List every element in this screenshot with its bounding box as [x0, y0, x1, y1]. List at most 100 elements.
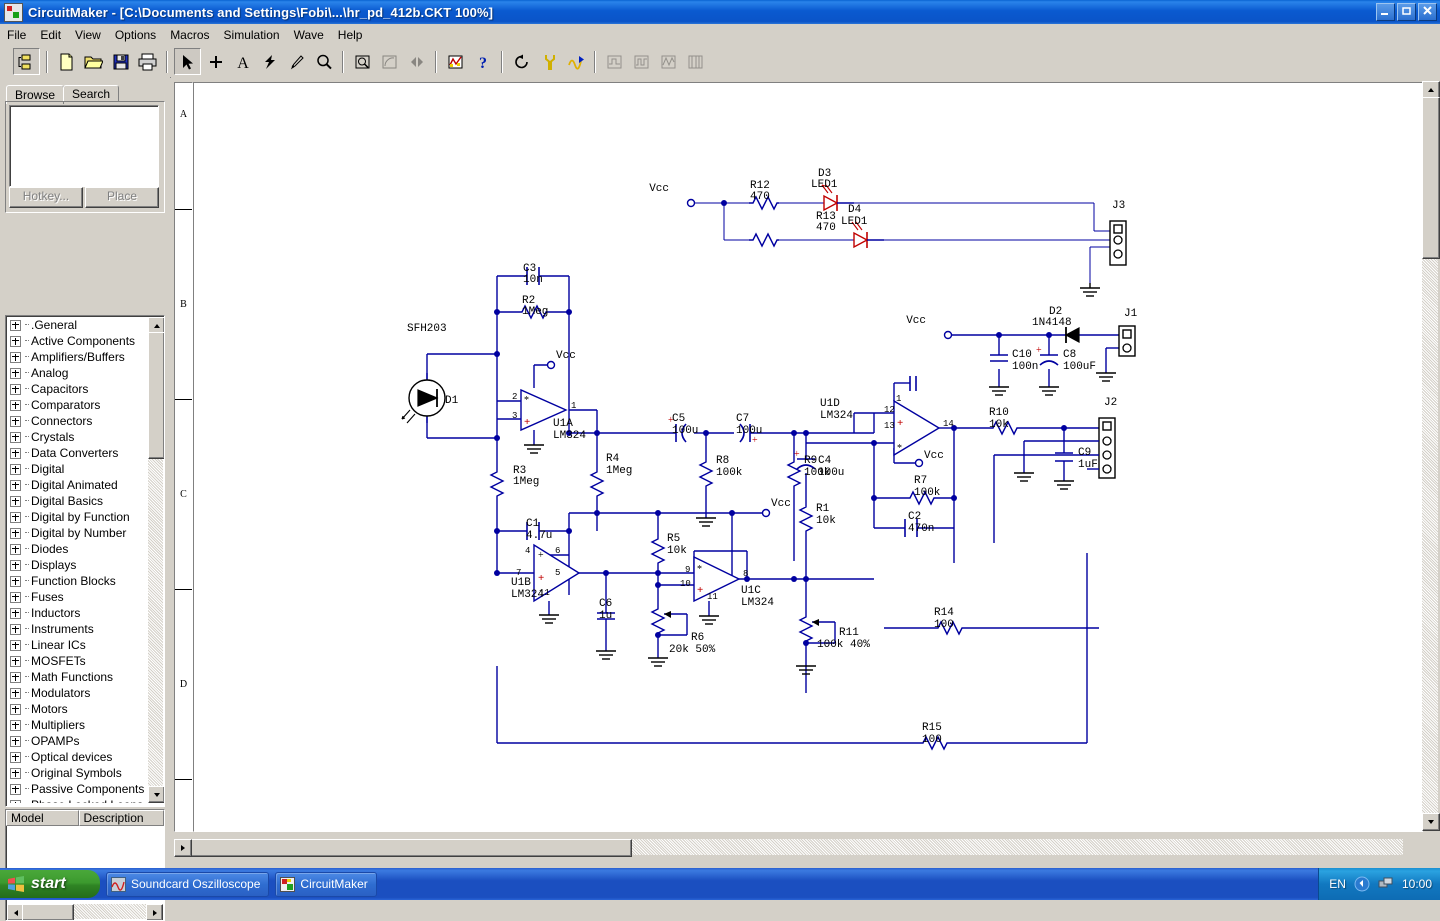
component-preview-list[interactable]	[9, 105, 159, 187]
tree-item-motors[interactable]: Motors	[7, 701, 147, 717]
expand-plus-icon[interactable]	[10, 543, 21, 555]
menu-options[interactable]: Options	[108, 26, 163, 44]
expand-plus-icon[interactable]	[10, 767, 21, 779]
canvas-scroll-down-button[interactable]	[1422, 813, 1440, 831]
category-tree-scrollbar[interactable]	[148, 317, 164, 803]
wire-cross-icon[interactable]	[203, 49, 228, 74]
taskbar-item-soundcard-oszilloscope[interactable]: Soundcard Oszilloscope	[106, 871, 270, 897]
tree-item-capacitors[interactable]: Capacitors	[7, 381, 147, 397]
tree-item-connectors[interactable]: Connectors	[7, 413, 147, 429]
tree-item-opamps[interactable]: OPAMPs	[7, 733, 147, 749]
model-scroll-thumb[interactable]	[22, 904, 74, 920]
expand-plus-icon[interactable]	[10, 591, 21, 603]
canvas-horizontal-scrollbar[interactable]	[174, 839, 1419, 857]
expand-plus-icon[interactable]	[10, 655, 21, 667]
expand-plus-icon[interactable]	[10, 447, 21, 459]
schematic-drawing[interactable]: + + + + Vcc Vcc Vcc Vcc Vcc R12 470 R13 …	[194, 83, 1422, 831]
tree-item-instruments[interactable]: Instruments	[7, 621, 147, 637]
run-analog-icon[interactable]	[563, 49, 588, 74]
tab-search[interactable]: Search	[63, 85, 120, 102]
tree-item-data-converters[interactable]: Data Converters	[7, 445, 147, 461]
hotkey-button[interactable]: Hotkey...	[9, 187, 83, 208]
canvas-hscroll-thumb[interactable]	[190, 839, 632, 857]
expand-plus-icon[interactable]	[10, 607, 21, 619]
tree-item-inductors[interactable]: Inductors	[7, 605, 147, 621]
canvas-vscroll-thumb[interactable]	[1422, 97, 1440, 259]
pencil-probe-icon[interactable]	[284, 49, 309, 74]
expand-plus-icon[interactable]	[10, 431, 21, 443]
menu-file[interactable]: File	[0, 26, 33, 44]
tree-item-fuses[interactable]: Fuses	[7, 589, 147, 605]
canvas-scroll-right-button[interactable]	[174, 839, 192, 857]
model-scroll-right-button[interactable]	[146, 904, 163, 920]
menu-view[interactable]: View	[68, 26, 108, 44]
expand-plus-icon[interactable]	[10, 511, 21, 523]
expand-plus-icon[interactable]	[10, 575, 21, 587]
expand-plus-icon[interactable]	[10, 415, 21, 427]
network-icon[interactable]	[1378, 876, 1394, 892]
canvas-vertical-scrollbar[interactable]	[1422, 81, 1440, 831]
expand-plus-icon[interactable]	[10, 719, 21, 731]
tree-item-amplifiers-buffers[interactable]: Amplifiers/Buffers	[7, 349, 147, 365]
arrow-select-icon[interactable]	[174, 48, 201, 75]
tree-item-comparators[interactable]: Comparators	[7, 397, 147, 413]
expand-plus-icon[interactable]	[10, 799, 21, 803]
help-question-icon[interactable]: ?	[470, 49, 495, 74]
tree-item-active-components[interactable]: Active Components	[7, 333, 147, 349]
menu-macros[interactable]: Macros	[163, 26, 216, 44]
text-icon[interactable]: A	[230, 49, 255, 74]
tree-item-phase-locked-loops[interactable]: Phase Locked Loops	[7, 797, 147, 803]
tray-language[interactable]: EN	[1329, 877, 1346, 891]
expand-plus-icon[interactable]	[10, 335, 21, 347]
tree-item-crystals[interactable]: Crystals	[7, 429, 147, 445]
simulate-icon[interactable]	[443, 49, 468, 74]
new-file-icon[interactable]	[54, 49, 79, 74]
expand-plus-icon[interactable]	[10, 383, 21, 395]
tree-scroll-down-button[interactable]	[148, 786, 164, 803]
tree-item-optical-devices[interactable]: Optical devices	[7, 749, 147, 765]
expand-plus-icon[interactable]	[10, 687, 21, 699]
expand-plus-icon[interactable]	[10, 671, 21, 683]
project-icon[interactable]	[13, 48, 40, 75]
menu-edit[interactable]: Edit	[33, 26, 68, 44]
tree-item-passive-components[interactable]: Passive Components	[7, 781, 147, 797]
volume-icon[interactable]	[1354, 876, 1370, 892]
zoom-window-icon[interactable]	[350, 49, 375, 74]
place-button[interactable]: Place	[85, 187, 159, 208]
bolt-icon[interactable]	[257, 49, 282, 74]
schematic-sheet[interactable]: + + + + Vcc Vcc Vcc Vcc Vcc R12 470 R13 …	[193, 82, 1423, 832]
tree-item-multipliers[interactable]: Multipliers	[7, 717, 147, 733]
expand-plus-icon[interactable]	[10, 735, 21, 747]
menu-help[interactable]: Help	[331, 26, 370, 44]
restore-button[interactable]	[1397, 3, 1416, 21]
expand-plus-icon[interactable]	[10, 351, 21, 363]
close-button[interactable]	[1418, 3, 1437, 21]
expand-plus-icon[interactable]	[10, 623, 21, 635]
open-folder-icon[interactable]	[81, 49, 106, 74]
expand-plus-icon[interactable]	[10, 559, 21, 571]
reset-icon[interactable]	[509, 49, 534, 74]
tree-scroll-thumb[interactable]	[148, 332, 164, 459]
column-header-model[interactable]: Model	[6, 810, 79, 826]
minimize-button[interactable]	[1376, 3, 1395, 21]
expand-plus-icon[interactable]	[10, 783, 21, 795]
tree-item-digital-basics[interactable]: Digital Basics	[7, 493, 147, 509]
tree-item-mosfets[interactable]: MOSFETs	[7, 653, 147, 669]
tree-item-digital-by-number[interactable]: Digital by Number	[7, 525, 147, 541]
tree-item-function-blocks[interactable]: Function Blocks	[7, 573, 147, 589]
model-description-table[interactable]: Model Description	[5, 809, 165, 921]
start-button[interactable]: start	[0, 870, 100, 898]
tray-clock[interactable]: 10:00	[1402, 877, 1432, 891]
expand-plus-icon[interactable]	[10, 479, 21, 491]
expand-plus-icon[interactable]	[10, 639, 21, 651]
tree-item-displays[interactable]: Displays	[7, 557, 147, 573]
expand-plus-icon[interactable]	[10, 495, 21, 507]
expand-plus-icon[interactable]	[10, 463, 21, 475]
column-header-description[interactable]: Description	[78, 810, 164, 826]
tree-item-digital-animated[interactable]: Digital Animated	[7, 477, 147, 493]
tree-item-digital-by-function[interactable]: Digital by Function	[7, 509, 147, 525]
expand-plus-icon[interactable]	[10, 527, 21, 539]
print-icon[interactable]	[135, 49, 160, 74]
tree-item-general[interactable]: .General	[7, 317, 147, 333]
tree-item-digital[interactable]: Digital	[7, 461, 147, 477]
